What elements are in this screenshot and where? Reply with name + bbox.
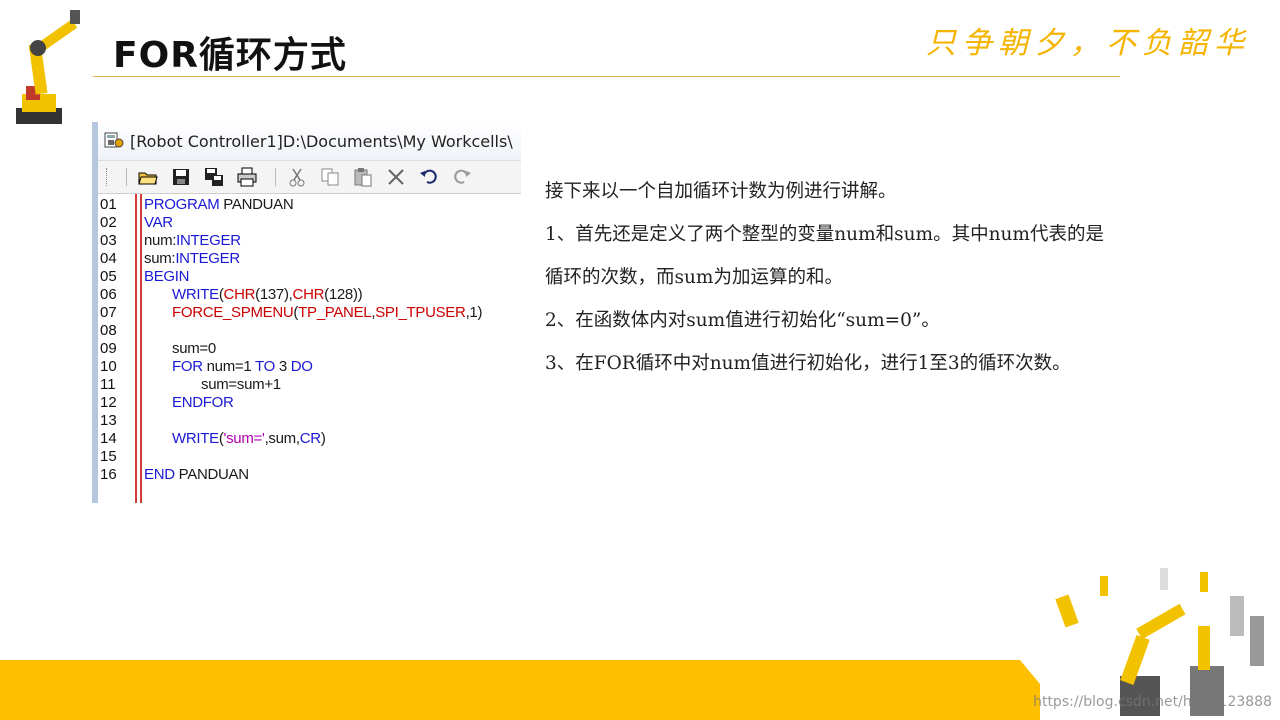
code-token: ,sum, xyxy=(264,430,300,447)
undo-icon[interactable] xyxy=(416,165,442,189)
toolbar-separator xyxy=(126,168,127,186)
watermark-text: https://blog.csdn.net/haier123888 xyxy=(1033,694,1272,710)
robot-logo xyxy=(16,10,80,124)
code-token: SPI_TPUSER xyxy=(375,304,466,321)
paste-icon[interactable] xyxy=(350,165,376,189)
line-number: 10 xyxy=(100,358,117,375)
title-divider xyxy=(93,76,1120,77)
line-number: 05 xyxy=(100,268,117,285)
code-token: ,1) xyxy=(465,304,483,321)
code-line: sum=sum+1 xyxy=(144,376,521,394)
line-number: 01 xyxy=(100,196,117,213)
code-token: WRITE xyxy=(172,286,219,303)
code-token: (128)) xyxy=(324,286,363,303)
code-line: sum:INTEGER xyxy=(144,250,521,268)
save-icon[interactable] xyxy=(168,165,194,189)
code-token: (137), xyxy=(255,286,293,303)
code-token: CHR xyxy=(292,286,325,303)
delete-icon[interactable] xyxy=(383,165,409,189)
line-number: 03 xyxy=(100,232,117,249)
code-line: num:INTEGER xyxy=(144,232,521,250)
code-token: 3 xyxy=(274,358,291,375)
editor-toolbar xyxy=(98,161,521,194)
save-as-icon[interactable] xyxy=(201,165,227,189)
open-folder-icon[interactable] xyxy=(135,165,161,189)
explanation-step-3: 3、在FOR循环中对num值进行初始化，进行1至3的循环次数。 xyxy=(545,353,1071,374)
code-token: sum: xyxy=(144,250,176,267)
code-token: END xyxy=(144,466,175,483)
code-token: PANDUAN xyxy=(219,196,294,213)
code-token: 'sum=' xyxy=(223,430,265,447)
code-token: ) xyxy=(320,430,326,447)
code-token: num: xyxy=(144,232,177,249)
code-token: sum=sum+1 xyxy=(201,376,281,393)
code-token: TO xyxy=(255,358,275,375)
code-text[interactable]: PROGRAM PANDUAN VAR num:INTEGER sum:INTE… xyxy=(142,194,521,503)
line-number: 13 xyxy=(100,412,117,429)
code-token: CHR xyxy=(223,286,256,303)
slide-title: FOR循环方式 xyxy=(113,35,347,76)
explanation-step-2: 2、在函数体内对sum值进行初始化“sum=0”。 xyxy=(545,310,940,331)
line-number: 11 xyxy=(100,376,116,393)
code-line: ENDFOR xyxy=(144,394,521,412)
code-line: WRITE(CHR(137),CHR(128)) xyxy=(144,286,521,304)
redo-icon[interactable] xyxy=(449,165,475,189)
code-line: FORCE_SPMENU(TP_PANEL,SPI_TPUSER,1) xyxy=(144,304,521,322)
code-token: WRITE xyxy=(172,430,219,447)
toolbar-grip[interactable] xyxy=(106,168,110,186)
toolbar-separator xyxy=(275,168,276,186)
code-token: num=1 xyxy=(202,358,256,375)
code-token: PANDUAN xyxy=(174,466,249,483)
footer-band xyxy=(0,660,1040,720)
code-area[interactable]: 01 02 03 04 05 06 07 08 09 10 11 12 13 1… xyxy=(98,194,521,503)
line-number: 15 xyxy=(100,448,117,465)
line-number: 16 xyxy=(100,466,117,483)
code-line: BEGIN xyxy=(144,268,521,286)
line-number: 08 xyxy=(100,322,117,339)
line-number: 12 xyxy=(100,394,117,411)
code-line: sum=0 xyxy=(144,340,521,358)
code-line: VAR xyxy=(144,214,521,232)
code-line: PROGRAM PANDUAN xyxy=(144,196,521,214)
robot-controller-icon xyxy=(104,132,124,148)
code-token: DO xyxy=(290,358,313,375)
code-token: sum=0 xyxy=(172,340,216,357)
code-line: END PANDUAN xyxy=(144,466,521,484)
code-token: INTEGER xyxy=(175,250,240,267)
code-token: FORCE_SPMENU xyxy=(172,304,294,321)
code-token: PROGRAM xyxy=(144,196,220,213)
code-token: ENDFOR xyxy=(172,394,234,411)
explanation-intro: 接下来以一个自加循环计数为例进行讲解。 xyxy=(545,181,897,202)
code-token: VAR xyxy=(144,214,173,231)
code-token: INTEGER xyxy=(176,232,241,249)
cut-icon[interactable] xyxy=(284,165,310,189)
copy-icon[interactable] xyxy=(317,165,343,189)
code-token: FOR xyxy=(172,358,203,375)
editor-titlebar: [Robot Controller1]D:\Documents\My Workc… xyxy=(98,122,521,161)
editor-window-title: [Robot Controller1]D:\Documents\My Workc… xyxy=(130,131,513,151)
code-line: FOR num=1 TO 3 DO xyxy=(144,358,521,376)
code-token: BEGIN xyxy=(144,268,190,285)
line-number: 09 xyxy=(100,340,117,357)
line-number: 14 xyxy=(100,430,117,447)
line-number: 06 xyxy=(100,286,117,303)
code-token: TP_PANEL xyxy=(298,304,372,321)
code-editor-window: [Robot Controller1]D:\Documents\My Workc… xyxy=(92,122,521,503)
code-line: WRITE('sum=',sum,CR) xyxy=(144,430,521,448)
explanation-step-1: 1、首先还是定义了两个整型的变量num和sum。其中num代表的是循环的次数，而… xyxy=(545,224,1104,288)
line-number-gutter: 01 02 03 04 05 06 07 08 09 10 11 12 13 1… xyxy=(98,194,142,503)
line-number: 04 xyxy=(100,250,117,267)
slogan: 只争朝夕，不负韶华 xyxy=(926,26,1250,61)
line-number: 02 xyxy=(100,214,117,231)
explanation-text: 接下来以一个自加循环计数为例进行讲解。 1、首先还是定义了两个整型的变量num和… xyxy=(545,170,1105,385)
print-icon[interactable] xyxy=(234,165,260,189)
line-number: 07 xyxy=(100,304,117,321)
code-token: CR xyxy=(299,430,321,447)
